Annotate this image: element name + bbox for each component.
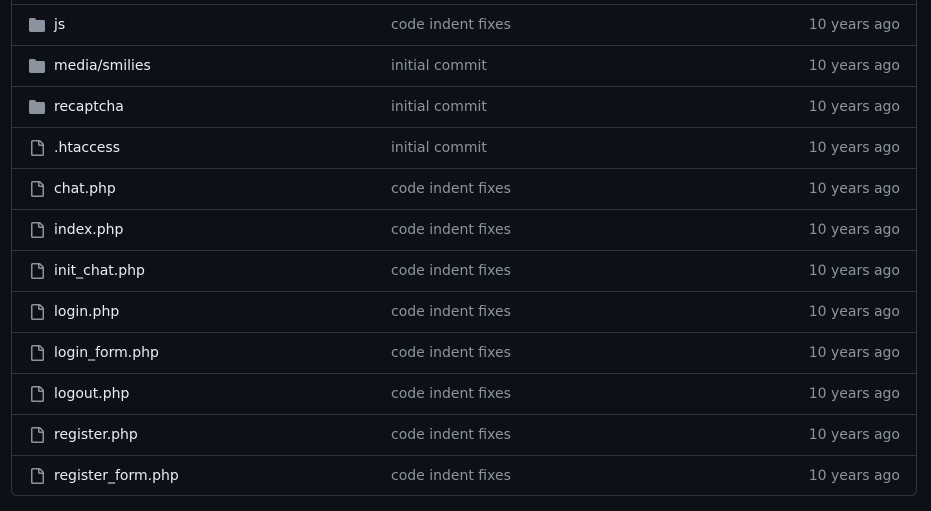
commit-message-link[interactable]: code indent fixes: [391, 5, 511, 45]
table-row[interactable]: register_form.php code indent fixes 10 y…: [12, 456, 916, 495]
file-icon: [31, 386, 44, 402]
file-name-link[interactable]: register_form.php: [54, 456, 179, 495]
commit-message-link[interactable]: code indent fixes: [391, 456, 511, 495]
table-row[interactable]: js code indent fixes 10 years ago: [12, 5, 916, 46]
file-name-link[interactable]: js: [54, 5, 65, 45]
commit-age: 10 years ago: [808, 427, 900, 443]
file-icon: [31, 263, 44, 279]
file-icon: [31, 222, 44, 238]
table-row[interactable]: register.php code indent fixes 10 years …: [12, 415, 916, 456]
table-row[interactable]: login.php code indent fixes 10 years ago: [12, 292, 916, 333]
file-name-link[interactable]: register.php: [54, 415, 138, 455]
commit-message-link[interactable]: code indent fixes: [391, 251, 511, 291]
file-icon: [31, 140, 44, 156]
commit-message-link[interactable]: code indent fixes: [391, 415, 511, 455]
commit-message-link[interactable]: code indent fixes: [391, 333, 511, 373]
file-name-link[interactable]: .htaccess: [54, 128, 120, 168]
file-icon: [31, 304, 44, 320]
file-name-link[interactable]: index.php: [54, 210, 123, 250]
commit-message-link[interactable]: initial commit: [391, 46, 487, 86]
file-icon: [31, 181, 44, 197]
file-name-link[interactable]: chat.php: [54, 169, 116, 209]
file-name-link[interactable]: logout.php: [54, 374, 129, 414]
file-icon: [31, 468, 44, 484]
folder-icon: [29, 59, 45, 73]
commit-message-link[interactable]: initial commit: [391, 128, 487, 168]
file-list-table: js code indent fixes 10 years ago media/…: [11, 0, 917, 496]
table-row[interactable]: login_form.php code indent fixes 10 year…: [12, 333, 916, 374]
file-name-link[interactable]: init_chat.php: [54, 251, 145, 291]
file-name-link[interactable]: media/smilies: [54, 46, 151, 86]
table-row[interactable]: .htaccess initial commit 10 years ago: [12, 128, 916, 169]
table-row[interactable]: media/smilies initial commit 10 years ag…: [12, 46, 916, 87]
file-name-link[interactable]: login_form.php: [54, 333, 159, 373]
commit-age: 10 years ago: [808, 304, 900, 320]
commit-age: 10 years ago: [808, 345, 900, 361]
commit-message-link[interactable]: code indent fixes: [391, 374, 511, 414]
file-icon: [31, 345, 44, 361]
table-row[interactable]: init_chat.php code indent fixes 10 years…: [12, 251, 916, 292]
commit-age: 10 years ago: [808, 263, 900, 279]
table-row[interactable]: recaptcha initial commit 10 years ago: [12, 87, 916, 128]
commit-age: 10 years ago: [808, 140, 900, 156]
file-icon: [31, 427, 44, 443]
commit-age: 10 years ago: [808, 181, 900, 197]
commit-age: 10 years ago: [808, 468, 900, 484]
table-row[interactable]: logout.php code indent fixes 10 years ag…: [12, 374, 916, 415]
table-row[interactable]: index.php code indent fixes 10 years ago: [12, 210, 916, 251]
commit-age: 10 years ago: [808, 386, 900, 402]
table-row[interactable]: chat.php code indent fixes 10 years ago: [12, 169, 916, 210]
file-name-link[interactable]: login.php: [54, 292, 119, 332]
folder-icon: [29, 18, 45, 32]
commit-message-link[interactable]: code indent fixes: [391, 292, 511, 332]
commit-age: 10 years ago: [808, 17, 900, 33]
commit-message-link[interactable]: code indent fixes: [391, 169, 511, 209]
commit-age: 10 years ago: [808, 58, 900, 74]
commit-age: 10 years ago: [808, 99, 900, 115]
file-name-link[interactable]: recaptcha: [54, 87, 124, 127]
commit-message-link[interactable]: initial commit: [391, 87, 487, 127]
folder-icon: [29, 100, 45, 114]
commit-message-link[interactable]: code indent fixes: [391, 210, 511, 250]
commit-age: 10 years ago: [808, 222, 900, 238]
